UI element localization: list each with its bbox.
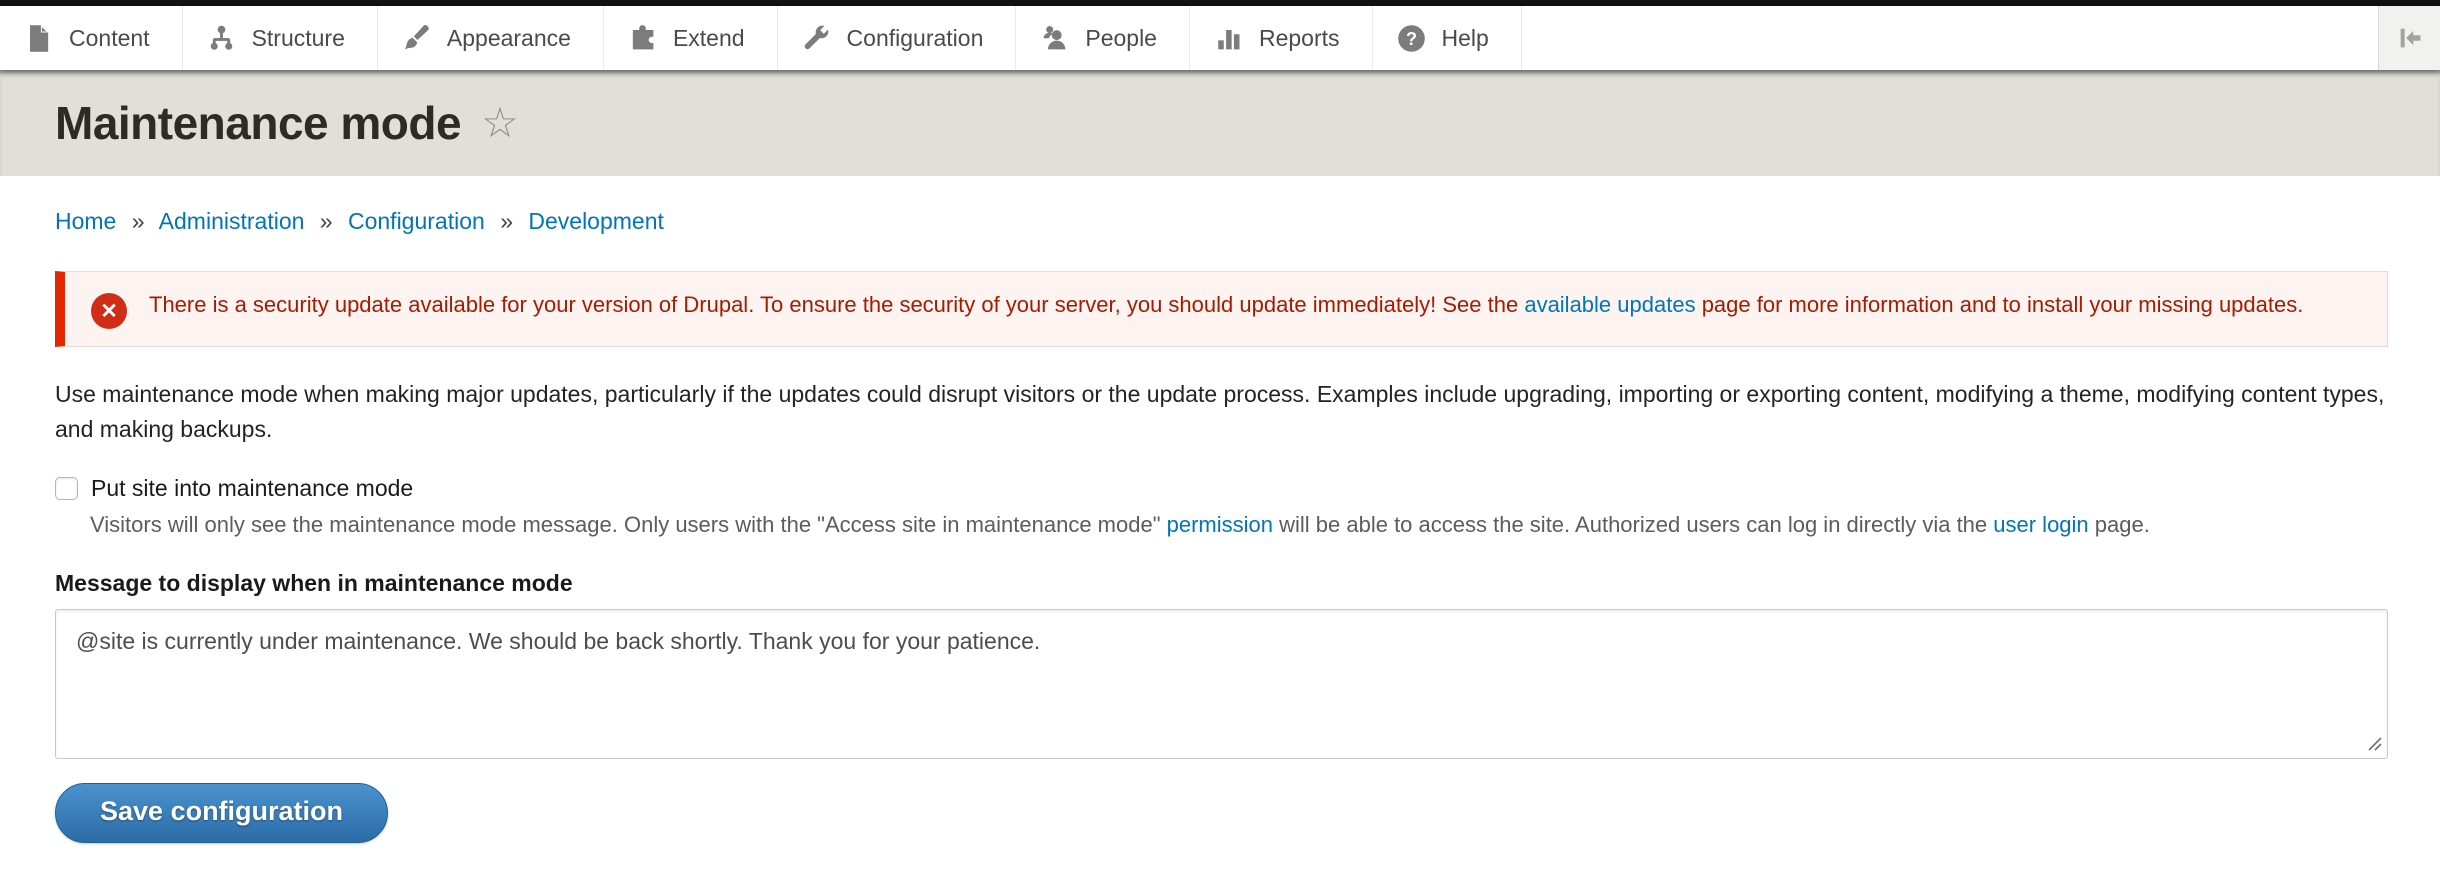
page-header: Maintenance mode ☆ [0,70,2440,176]
breadcrumb-separator: » [500,208,513,234]
puzzle-icon [628,24,657,53]
error-text-after: page for more information and to install… [1696,292,2304,317]
message-textarea-wrap: @site is currently under maintenance. We… [55,609,2388,759]
save-configuration-button[interactable]: Save configuration [55,783,388,843]
breadcrumb: Home » Administration » Configuration » … [55,208,2388,235]
toolbar-collapse-toggle[interactable] [2378,6,2440,70]
error-message: There is a security update available for… [55,271,2388,347]
permission-link[interactable]: permission [1167,512,1273,537]
main-content: Home » Administration » Configuration » … [0,208,2440,843]
paintbrush-icon [402,24,431,53]
available-updates-link[interactable]: available updates [1524,292,1695,317]
description-text-after: page. [2089,512,2150,537]
description-text-before: Visitors will only see the maintenance m… [90,512,1167,537]
star-icon[interactable]: ☆ [481,102,519,144]
error-text-before: There is a security update available for… [149,292,1524,317]
file-icon [24,24,53,53]
page-title: Maintenance mode [55,96,461,150]
toolbar-spacer [1522,6,2378,70]
collapse-left-icon [2396,24,2424,52]
textarea-resize-handle[interactable] [2363,732,2383,752]
maintenance-mode-checkbox[interactable] [55,477,78,500]
maintenance-mode-checkbox-label[interactable]: Put site into maintenance mode [91,475,413,502]
wrench-icon [802,24,831,53]
maintenance-mode-checkbox-row: Put site into maintenance mode [55,475,2388,502]
description-text-middle: will be able to access the site. Authori… [1273,512,1993,537]
breadcrumb-link-home[interactable]: Home [55,208,116,234]
toolbar-item-structure[interactable]: Structure [183,6,378,70]
error-message-text: There is a security update available for… [149,287,2303,322]
maintenance-mode-description: Visitors will only see the maintenance m… [90,512,2388,538]
toolbar-item-configuration[interactable]: Configuration [778,6,1017,70]
toolbar-item-label: People [1085,25,1157,52]
toolbar-item-label: Extend [673,25,745,52]
maintenance-intro-text: Use maintenance mode when making major u… [55,377,2388,447]
error-x-icon [91,293,127,329]
toolbar-item-people[interactable]: People [1016,6,1190,70]
breadcrumb-separator: » [132,208,145,234]
toolbar-item-content[interactable]: Content [0,6,183,70]
bar-chart-icon [1214,24,1243,53]
maintenance-message-textarea[interactable]: @site is currently under maintenance. We… [55,609,2388,759]
toolbar-item-label: Content [69,25,150,52]
breadcrumb-link-configuration[interactable]: Configuration [348,208,485,234]
message-field-label: Message to display when in maintenance m… [55,570,2388,597]
sitemap-icon [207,24,236,53]
user-login-link[interactable]: user login [1993,512,2088,537]
toolbar-item-help[interactable]: ? Help [1373,6,1522,70]
toolbar-item-label: Reports [1259,25,1340,52]
toolbar-item-label: Configuration [847,25,984,52]
breadcrumb-link-development[interactable]: Development [528,208,664,234]
admin-toolbar: Content Structure Appearance Extend Conf… [0,6,2440,70]
resize-grip-icon [2363,732,2383,752]
question-icon: ? [1397,24,1426,53]
toolbar-item-label: Appearance [447,25,571,52]
breadcrumb-link-administration[interactable]: Administration [159,208,305,234]
toolbar-item-label: Help [1442,25,1489,52]
toolbar-item-label: Structure [252,25,345,52]
toolbar-item-reports[interactable]: Reports [1190,6,1373,70]
people-icon [1040,24,1069,53]
svg-text:?: ? [1406,29,1417,49]
toolbar-item-extend[interactable]: Extend [604,6,778,70]
toolbar-item-appearance[interactable]: Appearance [378,6,604,70]
breadcrumb-separator: » [320,208,333,234]
